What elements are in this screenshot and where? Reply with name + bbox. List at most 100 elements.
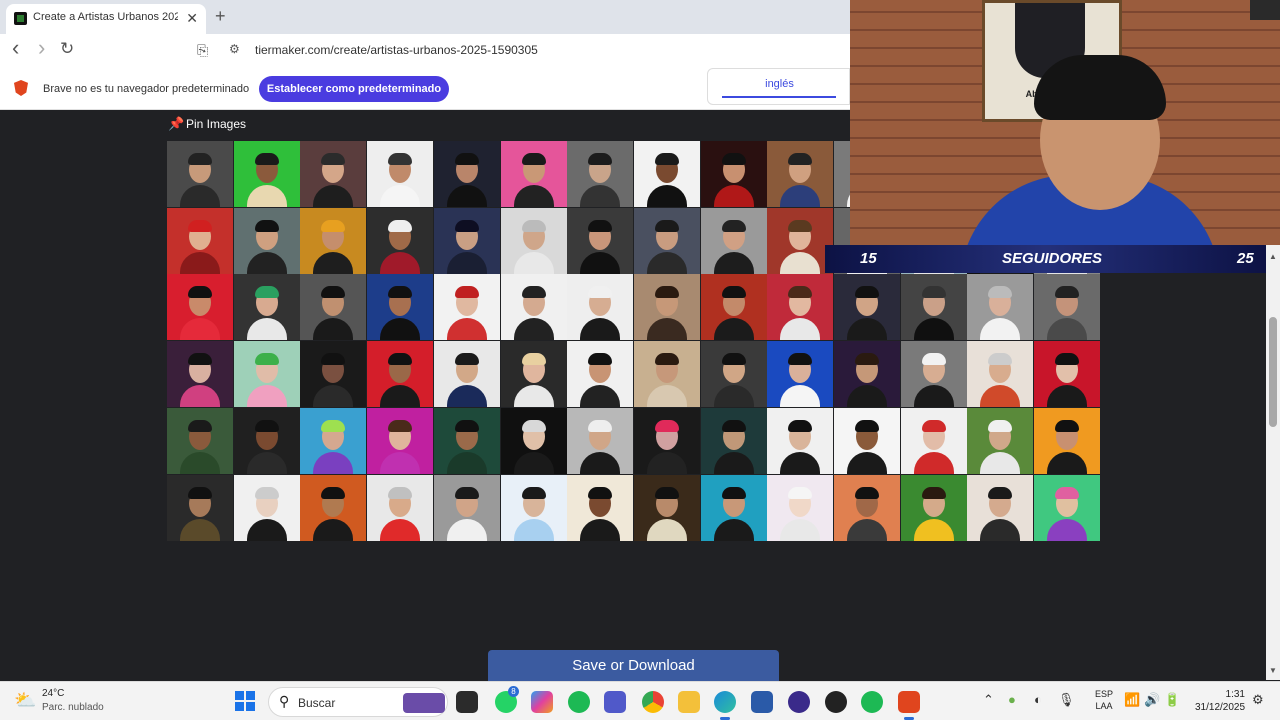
artist-image-tile[interactable] bbox=[634, 141, 700, 207]
start-button[interactable] bbox=[235, 691, 255, 711]
sync-tray-icon[interactable]: ◐ bbox=[1034, 692, 1042, 707]
artist-image-tile[interactable] bbox=[701, 141, 767, 207]
artist-image-tile[interactable] bbox=[234, 475, 300, 541]
artist-image-tile[interactable] bbox=[167, 141, 233, 207]
artist-image-tile[interactable] bbox=[967, 341, 1033, 407]
store-icon[interactable] bbox=[751, 691, 773, 713]
bookmark-icon[interactable]: ⎘ bbox=[197, 42, 208, 59]
scrollbar-thumb[interactable] bbox=[1269, 317, 1277, 427]
artist-image-tile[interactable] bbox=[167, 341, 233, 407]
artist-image-tile[interactable] bbox=[501, 341, 567, 407]
spotify-icon[interactable] bbox=[568, 691, 590, 713]
close-tab-icon[interactable]: ✕ bbox=[186, 10, 198, 27]
show-hidden-icons-icon[interactable]: ⌃ bbox=[983, 692, 994, 708]
artist-image-tile[interactable] bbox=[567, 141, 633, 207]
steam-icon[interactable] bbox=[825, 691, 847, 713]
artist-image-tile[interactable] bbox=[834, 408, 900, 474]
system-clock[interactable]: 1:31 31/12/2025 bbox=[1195, 688, 1245, 714]
artist-image-tile[interactable] bbox=[300, 208, 366, 274]
battery-icon[interactable]: 🔋 bbox=[1164, 692, 1180, 708]
language-indicator[interactable]: ESP LAA bbox=[1092, 688, 1116, 712]
volume-icon[interactable]: 🔊 bbox=[1144, 692, 1160, 708]
scroll-up-icon[interactable]: ▲ bbox=[1269, 252, 1277, 261]
artist-image-tile[interactable] bbox=[167, 475, 233, 541]
site-info-icon[interactable]: ⚙ bbox=[229, 42, 240, 56]
artist-image-tile[interactable] bbox=[967, 408, 1033, 474]
artist-image-tile[interactable] bbox=[300, 141, 366, 207]
save-or-download-button[interactable]: Save or Download bbox=[488, 650, 779, 681]
artist-image-tile[interactable] bbox=[567, 475, 633, 541]
tab-tiermaker[interactable]: Create a Artistas Urbanos 2025 T ✕ bbox=[6, 4, 206, 34]
artist-image-tile[interactable] bbox=[767, 408, 833, 474]
artist-image-tile[interactable] bbox=[901, 408, 967, 474]
back-icon[interactable]: ‹ bbox=[12, 35, 19, 61]
address-bar[interactable]: ⚙ tiermaker.com/create/artistas-urbanos-… bbox=[225, 39, 825, 63]
artist-image-tile[interactable] bbox=[167, 208, 233, 274]
artist-image-tile[interactable] bbox=[901, 341, 967, 407]
artist-image-tile[interactable] bbox=[300, 274, 366, 340]
artist-image-tile[interactable] bbox=[767, 141, 833, 207]
artist-image-tile[interactable] bbox=[834, 274, 900, 340]
artist-image-tile[interactable] bbox=[234, 341, 300, 407]
artist-image-tile[interactable] bbox=[634, 274, 700, 340]
copilot-icon[interactable] bbox=[531, 691, 553, 713]
artist-image-tile[interactable] bbox=[367, 141, 433, 207]
artist-image-tile[interactable] bbox=[767, 208, 833, 274]
forward-icon[interactable]: › bbox=[38, 35, 45, 61]
artist-image-tile[interactable] bbox=[234, 141, 300, 207]
chrome-icon[interactable] bbox=[642, 691, 664, 713]
artist-image-tile[interactable] bbox=[567, 274, 633, 340]
artist-image-tile[interactable] bbox=[367, 341, 433, 407]
artist-image-tile[interactable] bbox=[701, 208, 767, 274]
language-tab-english[interactable]: inglés bbox=[708, 78, 851, 90]
artist-image-tile[interactable] bbox=[634, 208, 700, 274]
artist-image-tile[interactable] bbox=[701, 274, 767, 340]
artist-image-tile[interactable] bbox=[501, 408, 567, 474]
artist-image-tile[interactable] bbox=[501, 475, 567, 541]
spotify-secondary-icon[interactable] bbox=[861, 691, 883, 713]
artist-image-tile[interactable] bbox=[501, 141, 567, 207]
app-tray-icon[interactable]: ● bbox=[1008, 692, 1016, 707]
artist-image-tile[interactable] bbox=[967, 475, 1033, 541]
artist-image-tile[interactable] bbox=[834, 341, 900, 407]
wifi-icon[interactable]: 📶 bbox=[1124, 692, 1140, 708]
artist-image-tile[interactable] bbox=[701, 341, 767, 407]
artist-image-tile[interactable] bbox=[567, 408, 633, 474]
artist-image-tile[interactable] bbox=[167, 408, 233, 474]
artist-image-tile[interactable] bbox=[501, 208, 567, 274]
edge-icon[interactable] bbox=[714, 691, 736, 720]
artist-image-tile[interactable] bbox=[567, 208, 633, 274]
artist-image-tile[interactable] bbox=[501, 274, 567, 340]
new-tab-icon[interactable]: + bbox=[215, 6, 226, 27]
artist-image-tile[interactable] bbox=[434, 408, 500, 474]
artist-image-tile[interactable] bbox=[901, 274, 967, 340]
artist-image-tile[interactable] bbox=[1034, 475, 1100, 541]
artist-image-tile[interactable] bbox=[367, 408, 433, 474]
artist-image-tile[interactable] bbox=[434, 475, 500, 541]
artist-image-tile[interactable] bbox=[434, 208, 500, 274]
artist-image-tile[interactable] bbox=[634, 341, 700, 407]
file-explorer-icon[interactable] bbox=[678, 691, 700, 713]
artist-image-tile[interactable] bbox=[901, 475, 967, 541]
artist-image-tile[interactable] bbox=[300, 408, 366, 474]
artist-image-tile[interactable] bbox=[634, 475, 700, 541]
artist-image-tile[interactable] bbox=[767, 475, 833, 541]
brave-taskbar-icon[interactable] bbox=[898, 691, 920, 720]
artist-image-tile[interactable] bbox=[634, 408, 700, 474]
scroll-down-icon[interactable]: ▼ bbox=[1269, 666, 1277, 675]
artist-image-tile[interactable] bbox=[300, 475, 366, 541]
artist-image-tile[interactable] bbox=[300, 341, 366, 407]
notification-icon[interactable]: ⚙ bbox=[1252, 692, 1264, 708]
artist-image-tile[interactable] bbox=[1034, 274, 1100, 340]
artist-image-tile[interactable] bbox=[234, 274, 300, 340]
artist-image-tile[interactable] bbox=[367, 475, 433, 541]
microphone-icon[interactable]: 🎙 bbox=[1058, 692, 1075, 708]
artist-image-tile[interactable] bbox=[767, 341, 833, 407]
artist-image-tile[interactable] bbox=[567, 341, 633, 407]
teams-icon[interactable] bbox=[604, 691, 626, 713]
artist-image-tile[interactable] bbox=[767, 274, 833, 340]
taskbar-search[interactable]: ⚲ Buscar bbox=[268, 687, 448, 717]
artist-image-tile[interactable] bbox=[367, 208, 433, 274]
artist-image-tile[interactable] bbox=[1034, 341, 1100, 407]
artist-image-tile[interactable] bbox=[967, 274, 1033, 340]
